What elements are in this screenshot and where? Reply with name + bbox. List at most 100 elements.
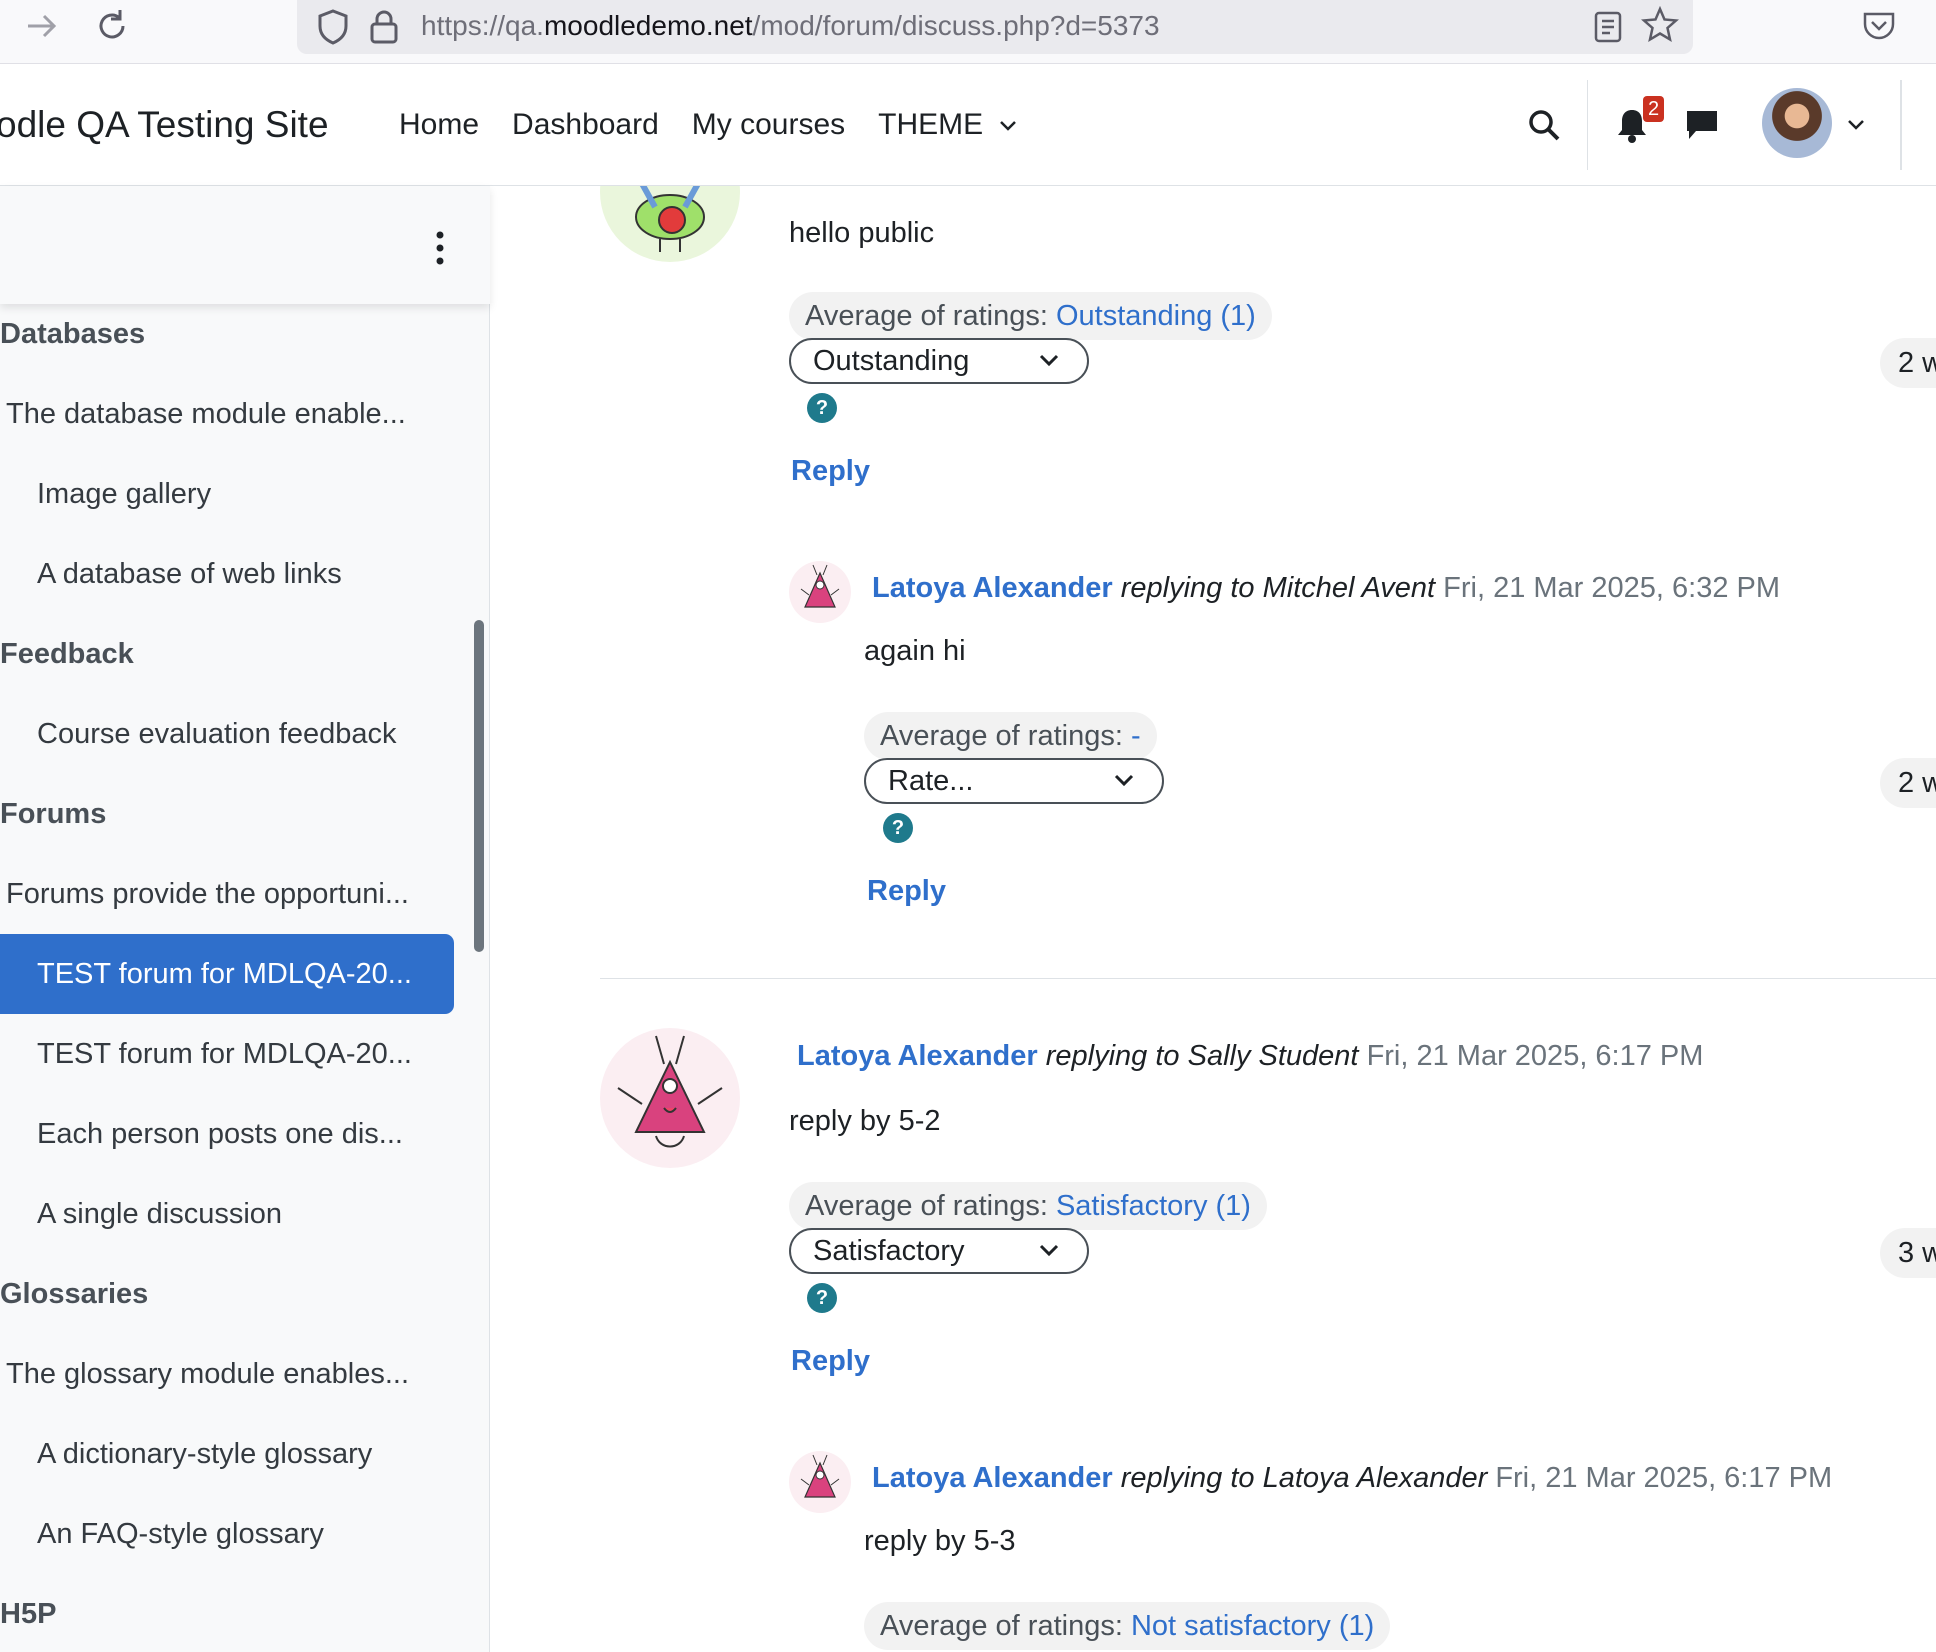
post-date: Fri, 21 Mar 2025, 6:17 PM	[1366, 1040, 1704, 1072]
post-message: reply by 5-2	[789, 1105, 941, 1137]
drawer-header	[0, 186, 490, 304]
shield-icon[interactable]	[315, 8, 351, 46]
navbar-edge-divider	[1900, 80, 1902, 170]
average-rating: Average of ratings: Satisfactory (1)	[789, 1182, 1267, 1230]
bookmark-star-icon[interactable]	[1641, 6, 1679, 44]
moodle-navbar: odle QA Testing Site Home Dashboard My c…	[0, 64, 1936, 186]
help-icon[interactable]: ?	[807, 393, 837, 423]
post-author-avatar[interactable]	[600, 186, 740, 262]
notification-count-badge: 2	[1643, 96, 1665, 122]
chevron-down-icon	[999, 121, 1016, 131]
reply-link[interactable]: Reply	[791, 455, 870, 488]
course-index-item[interactable]: The glossary module enables...	[0, 1334, 454, 1414]
course-index-item-active[interactable]: TEST forum for MDLQA-20...	[0, 934, 454, 1014]
course-index-item[interactable]: A single discussion	[0, 1174, 454, 1254]
course-index-item[interactable]: Course evaluation feedback	[0, 694, 454, 774]
course-index-item[interactable]: TEST forum for MDLQA-20...	[0, 1014, 454, 1094]
help-icon[interactable]: ?	[807, 1283, 837, 1313]
drawer-scrollbar[interactable]	[474, 620, 484, 952]
post-time-ago: 3 w	[1880, 1228, 1936, 1278]
post-author-avatar[interactable]	[600, 1028, 740, 1168]
average-rating: Average of ratings: Outstanding (1)	[789, 292, 1272, 340]
chevron-down-icon	[1039, 354, 1059, 367]
reply-link[interactable]: Reply	[867, 875, 946, 908]
post-time-ago: 2 w	[1880, 338, 1936, 388]
course-section-heading[interactable]: Databases	[0, 304, 454, 374]
nav-dashboard[interactable]: Dashboard	[512, 108, 659, 142]
course-index-item[interactable]: A database of web links	[0, 534, 454, 614]
nav-theme[interactable]: THEME	[878, 108, 1017, 142]
replying-to: replying to Sally Student	[1045, 1040, 1359, 1072]
rating-select-value: Rate...	[888, 765, 974, 797]
nav-home[interactable]: Home	[399, 108, 479, 142]
rating-select[interactable]: Outstanding	[789, 338, 1089, 384]
average-rating-value[interactable]: Not satisfactory (1)	[1131, 1610, 1374, 1642]
navbar-divider	[1587, 80, 1588, 170]
average-rating: Average of ratings: Not satisfactory (1)	[864, 1602, 1391, 1650]
user-menu-chevron-icon[interactable]	[1846, 118, 1866, 132]
chevron-down-icon	[1114, 774, 1134, 787]
course-index-item[interactable]: Forums provide the opportuni...	[0, 854, 454, 934]
reply-link[interactable]: Reply	[791, 1345, 870, 1378]
help-icon[interactable]: ?	[883, 813, 913, 843]
post-date: Fri, 21 Mar 2025, 6:17 PM	[1495, 1462, 1833, 1494]
course-section-heading[interactable]: Feedback	[0, 614, 454, 694]
more-options-icon[interactable]	[433, 230, 447, 266]
course-index-drawer: Databases The database module enable... Im…	[0, 186, 490, 1652]
primary-navigation: Home Dashboard My courses THEME	[399, 108, 1018, 142]
post-author-link[interactable]: Latoya Alexander	[872, 572, 1113, 604]
course-index-item[interactable]: The database module enable...	[0, 374, 454, 454]
course-index-item[interactable]: Each person posts one dis...	[0, 1094, 454, 1174]
search-icon[interactable]	[1527, 108, 1561, 142]
replying-to: replying to Mitchel Avent	[1120, 572, 1436, 604]
course-section-heading[interactable]: Glossaries	[0, 1254, 454, 1334]
reload-icon[interactable]	[92, 6, 132, 55]
pocket-icon[interactable]	[1862, 10, 1896, 42]
rating-select-value: Satisfactory	[813, 1235, 965, 1267]
url-text[interactable]: https://qa.moodledemo.net/mod/forum/disc…	[421, 10, 1160, 42]
discussion-content: hello public Average of ratings: Outstan…	[490, 186, 1936, 1652]
browser-toolbar: https://qa.moodledemo.net/mod/forum/disc…	[0, 0, 1936, 64]
average-rating-value[interactable]: Satisfactory (1)	[1056, 1190, 1251, 1222]
post-message: reply by 5-3	[864, 1525, 1016, 1557]
post-separator	[600, 978, 1936, 979]
post-header: Latoya Alexander replying to Sally Stude…	[797, 1040, 1703, 1073]
rating-select[interactable]: Rate...	[864, 758, 1164, 804]
average-rating-label: Average of ratings:	[805, 1190, 1048, 1222]
lock-icon[interactable]	[369, 8, 399, 46]
post-header: Latoya Alexander replying to Mitchel Ave…	[872, 572, 1780, 605]
course-index-list: Databases The database module enable... Im…	[0, 304, 470, 1652]
post-header: Latoya Alexander replying to Latoya Alex…	[872, 1462, 1832, 1495]
average-rating-value[interactable]: Outstanding (1)	[1056, 300, 1256, 332]
reader-view-icon[interactable]	[1593, 10, 1623, 44]
average-rating: Average of ratings: -	[864, 712, 1157, 760]
course-index-item[interactable]: An FAQ-style glossary	[0, 1494, 454, 1574]
messages-icon[interactable]	[1684, 108, 1720, 142]
post-author-avatar[interactable]	[789, 561, 851, 623]
post-date: Fri, 21 Mar 2025, 6:32 PM	[1443, 572, 1781, 604]
user-avatar[interactable]	[1762, 88, 1832, 158]
post-author-link[interactable]: Latoya Alexander	[872, 1462, 1113, 1494]
nav-my-courses[interactable]: My courses	[692, 108, 845, 142]
rating-select-value: Outstanding	[813, 345, 970, 377]
post-time-ago: 2 w	[1880, 758, 1936, 808]
course-index-item[interactable]: Image gallery	[0, 454, 454, 534]
rating-select[interactable]: Satisfactory	[789, 1228, 1089, 1274]
average-rating-label: Average of ratings:	[880, 720, 1123, 752]
post-message: hello public	[789, 217, 935, 249]
average-rating-value[interactable]: -	[1131, 720, 1141, 752]
url-bar[interactable]: https://qa.moodledemo.net/mod/forum/disc…	[297, 0, 1693, 54]
course-index-item[interactable]: A dictionary-style glossary	[0, 1414, 454, 1494]
average-rating-label: Average of ratings:	[880, 1610, 1123, 1642]
course-section-heading[interactable]: H5P	[0, 1574, 454, 1652]
site-name[interactable]: odle QA Testing Site	[0, 104, 329, 146]
forward-icon[interactable]	[22, 6, 62, 55]
nav-theme-label: THEME	[878, 108, 984, 141]
course-section-heading[interactable]: Forums	[0, 774, 454, 854]
post-author-avatar[interactable]	[789, 1451, 851, 1513]
post-author-link[interactable]: Latoya Alexander	[797, 1040, 1038, 1072]
post-message: again hi	[864, 635, 966, 667]
chevron-down-icon	[1039, 1244, 1059, 1257]
replying-to: replying to Latoya Alexander	[1120, 1462, 1488, 1494]
average-rating-label: Average of ratings:	[805, 300, 1048, 332]
